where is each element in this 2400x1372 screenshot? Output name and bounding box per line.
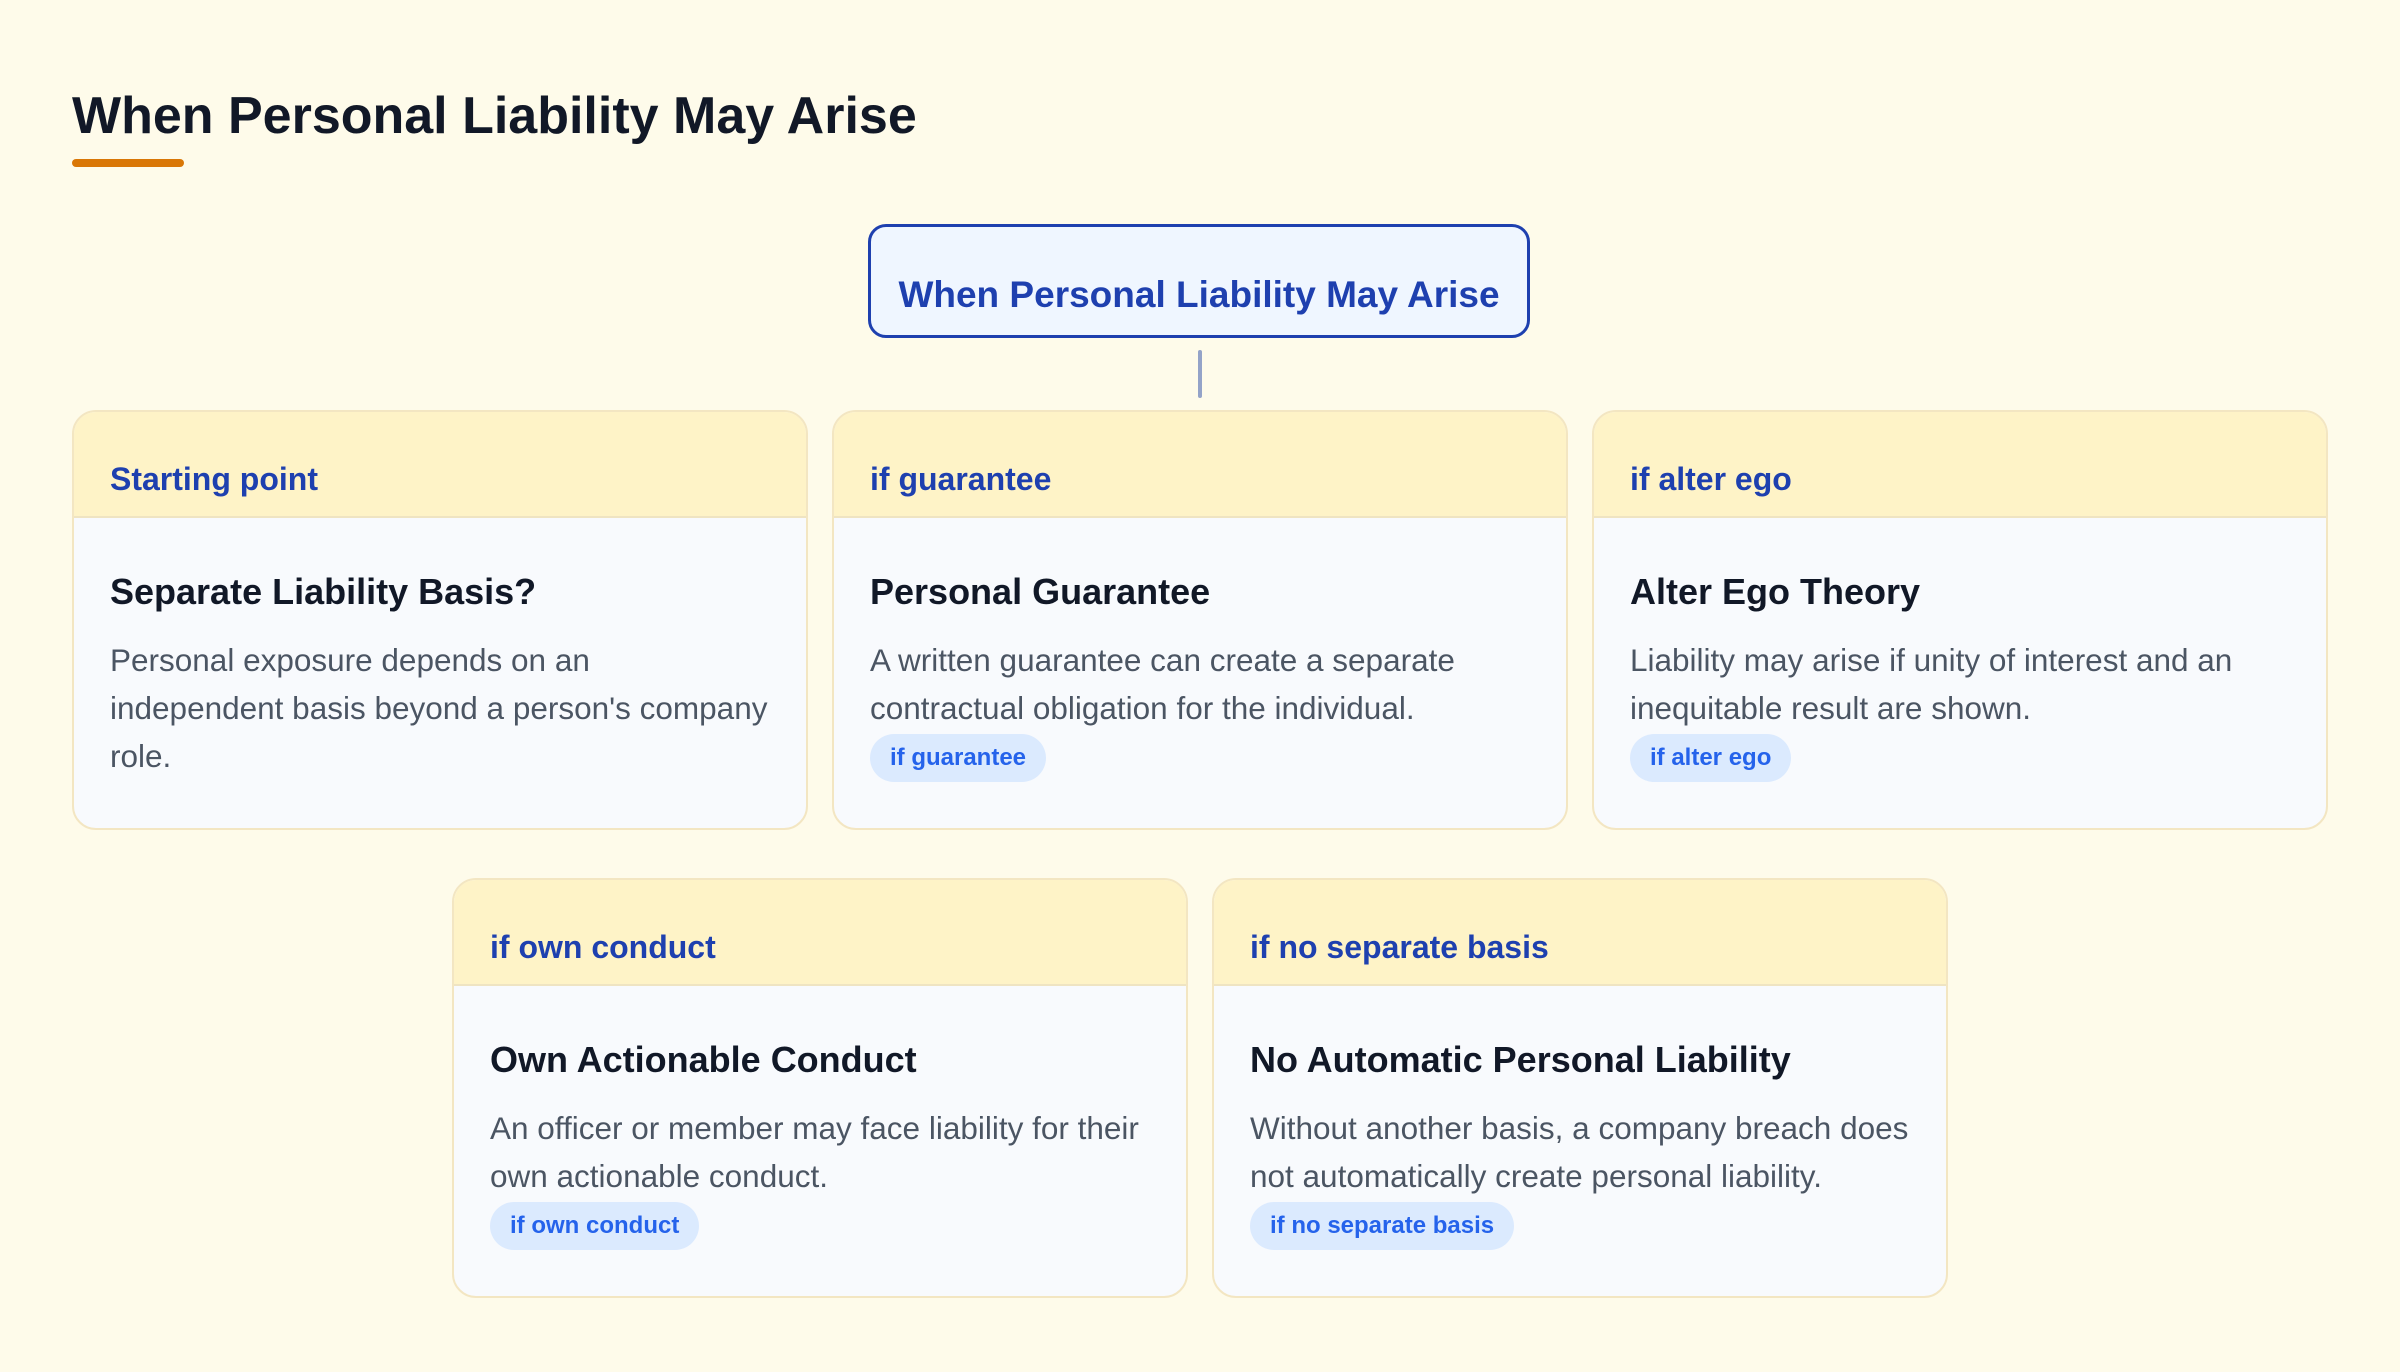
card-header: if no separate basis [1214, 880, 1946, 986]
card-body: No Automatic Personal Liability Without … [1214, 986, 1946, 1250]
card-description: Personal exposure depends on an independ… [110, 642, 768, 774]
card-title: Personal Guarantee [870, 571, 1211, 612]
card-description: Liability may arise if unity of interest… [1630, 642, 2233, 726]
root-node: When Personal Liability May Arise [868, 224, 1530, 338]
card-title: No Automatic Personal Liability [1250, 1039, 1791, 1080]
card-tag: if no separate basis [1250, 929, 1549, 965]
card-alter-ego-theory: if alter ego Alter Ego Theory Liability … [1592, 410, 2328, 830]
connector-line [1198, 350, 1202, 398]
card-title: Separate Liability Basis? [110, 571, 537, 612]
card-no-automatic-personal-liability: if no separate basis No Automatic Person… [1212, 878, 1948, 1298]
card-header: if own conduct [454, 880, 1186, 986]
condition-badge: if alter ego [1630, 734, 1792, 782]
card-body: Own Actionable Conduct An officer or mem… [454, 986, 1186, 1250]
card-body: Separate Liability Basis? Personal expos… [74, 518, 806, 780]
card-header: Starting point [74, 412, 806, 518]
card-tag: if alter ego [1630, 461, 1792, 497]
card-own-actionable-conduct: if own conduct Own Actionable Conduct An… [452, 878, 1188, 1298]
card-description: A written guarantee can create a separat… [870, 642, 1455, 726]
condition-badge: if own conduct [490, 1202, 700, 1250]
card-title: Alter Ego Theory [1630, 571, 1921, 612]
card-tag: if own conduct [490, 929, 716, 965]
card-body: Alter Ego Theory Liability may arise if … [1594, 518, 2326, 782]
card-tag: Starting point [110, 461, 318, 497]
card-header: if guarantee [834, 412, 1566, 518]
title-underline [72, 159, 184, 167]
card-tag: if guarantee [870, 461, 1052, 497]
card-body: Personal Guarantee A written guarantee c… [834, 518, 1566, 782]
condition-badge: if no separate basis [1250, 1202, 1515, 1250]
card-description: An officer or member may face liability … [490, 1110, 1139, 1194]
root-node-label: When Personal Liability May Arise [898, 274, 1500, 315]
card-header: if alter ego [1594, 412, 2326, 518]
page-title: When Personal Liability May Arise [72, 87, 917, 145]
card-separate-liability-basis: Starting point Separate Liability Basis?… [72, 410, 808, 830]
condition-badge: if guarantee [870, 734, 1047, 782]
card-title: Own Actionable Conduct [490, 1039, 917, 1080]
card-description: Without another basis, a company breach … [1250, 1110, 1909, 1194]
card-personal-guarantee: if guarantee Personal Guarantee A writte… [832, 410, 1568, 830]
